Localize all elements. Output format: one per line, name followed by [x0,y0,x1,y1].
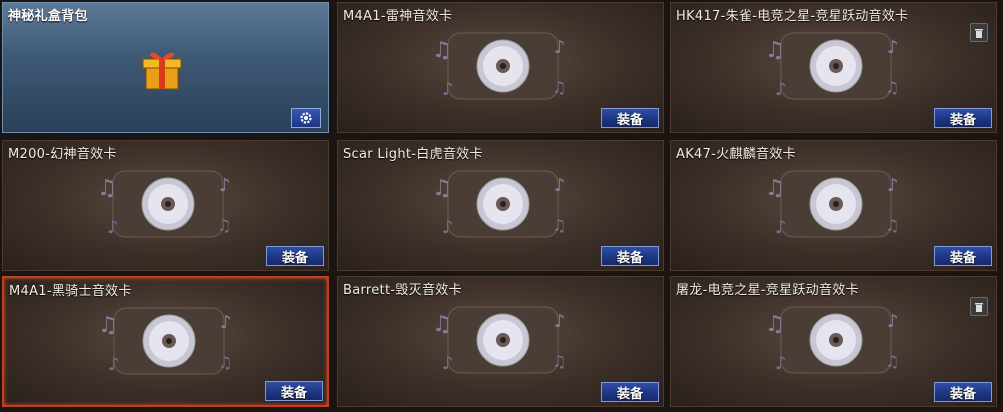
svg-text:♫: ♫ [552,78,566,97]
trash-icon[interactable] [970,23,988,42]
svg-text:♫: ♫ [97,176,117,201]
svg-text:♪: ♪ [554,175,566,196]
svg-text:♫: ♫ [552,216,566,235]
svg-text:♪: ♪ [442,217,454,238]
cd-disc-icon: ♫ ♪ ♪ ♫ [432,32,566,100]
card-title: M200-幻神音效卡 [8,147,117,162]
settings-button[interactable] [291,108,321,128]
svg-text:♪: ♪ [220,312,232,333]
svg-text:♫: ♫ [432,312,452,337]
card-sound[interactable]: M200-幻神音效卡 ♫ ♪ ♪ ♫ 装备 [2,140,329,271]
card-sound[interactable]: 屠龙-电竞之星-竞星跃动音效卡 ♫ ♪ ♪ ♫ 装备 [670,276,997,407]
svg-text:♫: ♫ [218,353,232,372]
svg-text:♪: ♪ [775,353,787,374]
svg-text:♪: ♪ [775,79,787,100]
svg-text:♪: ♪ [887,311,899,332]
card-title: M4A1-雷神音效卡 [343,9,453,24]
equip-button[interactable]: 装备 [266,246,324,266]
svg-text:♪: ♪ [887,175,899,196]
svg-text:♪: ♪ [108,354,120,375]
trash-icon[interactable] [970,297,988,316]
svg-text:♫: ♫ [765,38,785,63]
svg-text:♪: ♪ [219,175,231,196]
card-title: 神秘礼盒背包 [8,9,88,24]
card-sound[interactable]: Scar Light-白虎音效卡 ♫ ♪ ♪ ♫ 装备 [337,140,664,271]
equip-button[interactable]: 装备 [265,381,323,401]
card-giftbox[interactable]: 神秘礼盒背包 [2,2,329,133]
svg-text:♫: ♫ [885,352,899,371]
gear-icon [300,112,312,124]
card-title: Scar Light-白虎音效卡 [343,147,483,162]
card-title: Barrett-毁灭音效卡 [343,283,462,298]
equip-button[interactable]: 装备 [934,382,992,402]
card-sound[interactable]: Barrett-毁灭音效卡 ♫ ♪ ♪ ♫ 装备 [337,276,664,407]
svg-text:♪: ♪ [442,353,454,374]
cd-disc-icon: ♫ ♪ ♪ ♫ [765,170,899,238]
card-sound-selected[interactable]: M4A1-黑骑士音效卡 ♫ ♪ ♪ ♫ 装备 [2,276,329,407]
item-grid: 神秘礼盒背包 M4A1-雷神音效卡 ♫ ♪ ♪ ♫ 装备 HK417-朱雀-电竞… [0,0,1003,412]
svg-text:♪: ♪ [775,217,787,238]
card-title: AK47-火麒麟音效卡 [676,147,796,162]
svg-text:♪: ♪ [442,79,454,100]
svg-text:♫: ♫ [98,313,118,338]
cd-disc-icon: ♫ ♪ ♪ ♫ [432,170,566,238]
gift-box-icon [142,52,182,90]
card-title: HK417-朱雀-电竞之星-竞星跃动音效卡 [676,9,909,24]
card-title: M4A1-黑骑士音效卡 [9,284,132,299]
equip-button[interactable]: 装备 [601,108,659,128]
equip-button[interactable]: 装备 [934,108,992,128]
svg-text:♫: ♫ [885,78,899,97]
svg-text:♫: ♫ [432,176,452,201]
card-sound[interactable]: M4A1-雷神音效卡 ♫ ♪ ♪ ♫ 装备 [337,2,664,133]
svg-text:♫: ♫ [217,216,231,235]
svg-text:♪: ♪ [554,37,566,58]
cd-disc-icon: ♫ ♪ ♪ ♫ [432,306,566,374]
svg-text:♫: ♫ [432,38,452,63]
cd-disc-icon: ♫ ♪ ♪ ♫ [97,170,231,238]
svg-text:♫: ♫ [765,312,785,337]
svg-text:♪: ♪ [107,217,119,238]
svg-text:♪: ♪ [887,37,899,58]
card-title: 屠龙-电竞之星-竞星跃动音效卡 [676,283,859,298]
cd-disc-icon: ♫ ♪ ♪ ♫ [765,32,899,100]
cd-disc-icon: ♫ ♪ ♪ ♫ [98,307,232,375]
svg-text:♫: ♫ [552,352,566,371]
card-sound[interactable]: HK417-朱雀-电竞之星-竞星跃动音效卡 ♫ ♪ ♪ ♫ 装备 [670,2,997,133]
equip-button[interactable]: 装备 [934,246,992,266]
equip-button[interactable]: 装备 [601,246,659,266]
cd-disc-icon: ♫ ♪ ♪ ♫ [765,306,899,374]
card-sound[interactable]: AK47-火麒麟音效卡 ♫ ♪ ♪ ♫ 装备 [670,140,997,271]
svg-text:♪: ♪ [554,311,566,332]
equip-button[interactable]: 装备 [601,382,659,402]
svg-text:♫: ♫ [765,176,785,201]
svg-text:♫: ♫ [885,216,899,235]
